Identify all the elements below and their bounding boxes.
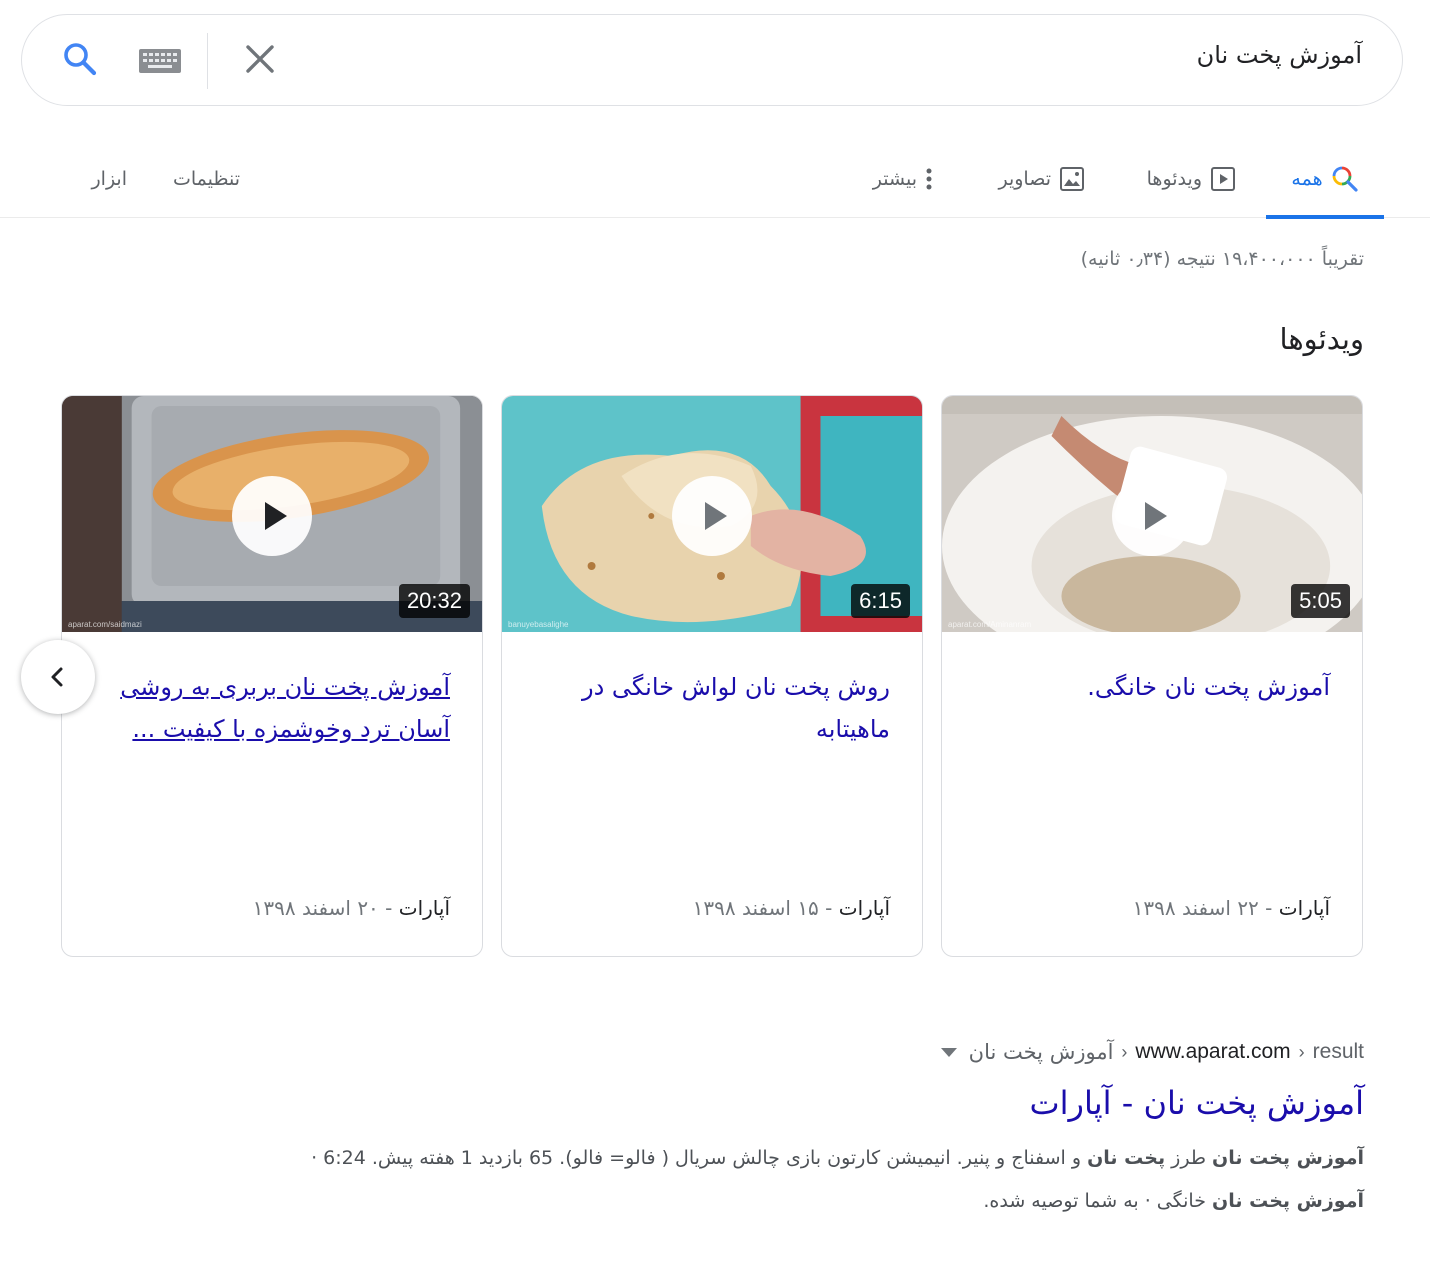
chevron-left-icon [51,667,63,687]
video-duration: 5:05 [1291,584,1350,618]
play-icon [705,502,727,530]
keyboard-icon[interactable] [138,47,182,75]
breadcrumb-domain: www.aparat.com [1135,1040,1291,1063]
video-date: ۲۲ اسفند ۱۳۹۸ [1132,896,1259,920]
search-bar[interactable]: آموزش پخت نان [21,14,1403,106]
source-separator: - [818,896,833,920]
snippet-highlight: آموزش پخت نان [1212,1147,1364,1169]
video-title-link[interactable]: آموزش پخت نان خانگی. [968,666,1330,708]
video-source-name: آپارات [1278,896,1330,920]
tab-images[interactable]: تصاویر [998,140,1085,218]
tab-videos-label: ویدئوها [1146,168,1202,190]
play-button[interactable] [672,476,752,556]
tab-settings[interactable]: تنظیمات [173,140,240,218]
snippet-text: طرز [1165,1147,1212,1169]
tab-more-label: بیشتر [872,168,917,190]
result-breadcrumb[interactable]: result ‹ www.aparat.com ‹ آموزش پخت نان [935,1040,1364,1064]
breadcrumb-separator-icon: ‹ [1298,1041,1305,1062]
breadcrumb-separator-icon: ‹ [1121,1041,1128,1062]
source-separator: - [378,896,393,920]
result-snippet: آموزش پخت نان طرز پخت نان و اسفناج و پنی… [164,1147,1364,1169]
tab-more[interactable]: بیشتر [873,140,933,218]
video-card[interactable]: 5:05 aparat.com/Aminanram آموزش پخت نان … [941,395,1363,957]
dropdown-arrow-icon[interactable] [940,1047,957,1057]
video-source: آپارات - ۱۵ اسفند ۱۳۹۸ [693,896,890,920]
video-title-link[interactable]: آموزش پخت نان بربری به روشی آسان ترد وخو… [88,666,450,750]
tab-all-label: همه [1291,168,1323,190]
thumbnail-watermark: aparat.com/saidmazi [68,620,142,629]
snippet-highlight: پخت نان [1087,1147,1166,1169]
more-dots-icon [926,168,932,190]
tab-all[interactable]: همه [1266,140,1384,219]
search-input[interactable]: آموزش پخت نان [1197,41,1362,69]
video-date: ۲۰ اسفند ۱۳۹۸ [252,896,379,920]
result-snippet: آموزش پخت نان خانگی · به شما توصیه شده. [164,1190,1364,1212]
snippet-text: خانگی · به شما توصیه شده. [983,1190,1212,1212]
video-thumbnail[interactable]: 5:05 aparat.com/Aminanram [942,396,1362,632]
play-icon [265,502,287,530]
play-button[interactable] [1112,476,1192,556]
breadcrumb-segment: result [1312,1040,1364,1063]
video-duration: 20:32 [398,584,470,618]
video-thumbnail[interactable]: 20:32 aparat.com/saidmazi [62,396,482,632]
play-button[interactable] [232,476,312,556]
play-icon [1145,502,1167,530]
video-source-name: آپارات [398,896,450,920]
snippet-text: و اسفناج و پنیر. انیمیشن کارتون بازی چال… [311,1147,1088,1169]
thumbnail-watermark: aparat.com/Aminanram [948,620,1032,629]
videos-section-heading: ویدئوها [1279,322,1364,356]
close-icon[interactable] [240,39,280,79]
search-icon [1332,166,1358,192]
video-tab-icon [1211,167,1235,191]
tab-tools[interactable]: ابزار [91,140,127,218]
source-separator: - [1258,896,1273,920]
search-icon[interactable] [60,39,100,79]
video-title-link[interactable]: روش پخت نان لواش خانگی در ماهیتابه [528,666,890,750]
tab-settings-label: تنظیمات [172,168,240,190]
breadcrumb-segment: آموزش پخت نان [968,1040,1114,1064]
search-divider [207,33,208,89]
result-title-link[interactable]: آموزش پخت نان - آپارات [1030,1084,1364,1122]
video-duration: 6:15 [851,584,910,618]
video-card[interactable]: 20:32 aparat.com/saidmazi آموزش پخت نان … [61,395,483,957]
tab-images-label: تصاویر [998,168,1051,190]
video-source: آپارات - ۲۰ اسفند ۱۳۹۸ [253,896,450,920]
video-date: ۱۵ اسفند ۱۳۹۸ [692,896,819,920]
thumbnail-watermark: banuyebasalighe [508,620,569,629]
image-tab-icon [1060,167,1084,191]
video-thumbnail[interactable]: 6:15 banuyebasalighe [502,396,922,632]
carousel-prev-button[interactable] [21,640,95,714]
snippet-highlight: آموزش پخت نان [1212,1190,1364,1212]
tab-tools-label: ابزار [91,168,127,190]
result-stats: تقریباً ۱۹،۴۰۰،۰۰۰ نتیجه (۰٫۳۴ ثانیه) [1080,248,1364,270]
video-card[interactable]: 6:15 banuyebasalighe روش پخت نان لواش خا… [501,395,923,957]
video-source-name: آپارات [838,896,890,920]
video-source: آپارات - ۲۲ اسفند ۱۳۹۸ [1133,896,1330,920]
tab-videos[interactable]: ویدئوها [1147,140,1236,218]
search-tabs: همه ویدئوها تصاویر بیشتر تنظیمات ابزار [0,140,1430,219]
